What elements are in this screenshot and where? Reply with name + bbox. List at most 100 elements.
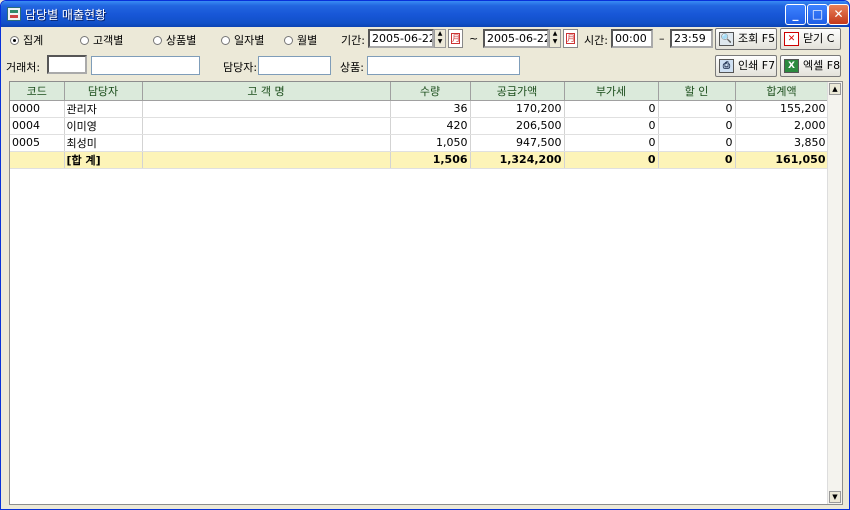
option-monthly[interactable]: 월별 <box>284 32 317 48</box>
cell-vat: 0 <box>564 117 659 135</box>
option-summary[interactable]: 집계 <box>10 32 43 48</box>
staff-label: 담당자: <box>223 61 258 74</box>
close-icon[interactable]: ✕ <box>828 4 849 25</box>
period-separator: ~ <box>469 32 479 45</box>
option-daily[interactable]: 일자별 <box>221 32 264 48</box>
excel-button-label: 엑셀 F8 <box>803 59 841 72</box>
option-label: 일자별 <box>234 34 265 47</box>
total-label: [합 계] <box>64 151 143 169</box>
cell-total: 155,200 <box>735 100 829 118</box>
total-vat: 0 <box>564 151 659 169</box>
cell-quantity: 1,050 <box>390 134 471 152</box>
total-discount: 0 <box>658 151 736 169</box>
toolbar-row-1: 집계 고객별 상품별 일자별 월별 기간: 2005-06-22 ▲ ▼ 月 ~ … <box>4 28 846 52</box>
radio-icon <box>80 36 89 45</box>
cell-staff: 최성미 <box>64 134 143 152</box>
cell-code: 0004 <box>10 117 65 135</box>
query-button[interactable]: 🔍 조회 F5 <box>715 28 777 50</box>
print-button-label: 인쇄 F7 <box>738 59 776 72</box>
header-vat[interactable]: 부가세 <box>564 82 659 101</box>
vertical-scrollbar[interactable]: ▲ ▼ <box>827 82 842 504</box>
total-code <box>10 151 65 169</box>
table-row[interactable]: 0004 이미영 420 206,500 0 0 2,000 <box>10 117 829 135</box>
maximize-icon[interactable]: □ <box>807 4 828 25</box>
close-button[interactable]: ✕ 닫기 C <box>780 28 841 50</box>
table-row[interactable]: 0000 관리자 36 170,200 0 0 155,200 <box>10 100 829 118</box>
option-label: 집계 <box>23 34 44 47</box>
cell-customer-name <box>142 134 391 152</box>
cell-customer-name <box>142 117 391 135</box>
toolbar-row-2: 거래처: 담당자: 상품: ⎙ 인쇄 F7 X 엑셀 F8 <box>4 54 846 78</box>
cell-total: 2,000 <box>735 117 829 135</box>
print-button[interactable]: ⎙ 인쇄 F7 <box>715 55 777 77</box>
close-button-label: 닫기 C <box>803 32 835 45</box>
total-customer-name <box>142 151 391 169</box>
product-label: 상품: <box>340 61 364 74</box>
cell-discount: 0 <box>658 117 736 135</box>
total-row: [합 계] 1,506 1,324,200 0 0 161,050 <box>10 151 829 169</box>
spin-icon[interactable]: ▲ ▼ <box>434 29 446 48</box>
cell-vat: 0 <box>564 100 659 118</box>
app-icon <box>7 7 21 21</box>
staff-field[interactable] <box>258 56 331 75</box>
header-staff[interactable]: 담당자 <box>64 82 143 101</box>
cell-discount: 0 <box>658 100 736 118</box>
cell-customer-name <box>142 100 391 118</box>
cell-supply-amount: 170,200 <box>470 100 565 118</box>
radio-icon <box>221 36 230 45</box>
header-customer-name[interactable]: 고 객 명 <box>142 82 391 101</box>
cell-discount: 0 <box>658 134 736 152</box>
minimize-icon[interactable]: _ <box>785 4 806 25</box>
header-total[interactable]: 합계액 <box>735 82 829 101</box>
cell-staff: 이미영 <box>64 117 143 135</box>
title-bar[interactable]: 담당별 매출현황 _ □ ✕ <box>1 1 849 27</box>
option-label: 고객별 <box>93 34 124 47</box>
scroll-down-icon[interactable]: ▼ <box>829 491 841 503</box>
header-supply-amount[interactable]: 공급가액 <box>470 82 565 101</box>
sales-grid[interactable]: 코드 담당자 고 객 명 수량 공급가액 부가세 할 인 합계액 0000 관리… <box>9 81 843 505</box>
close-x-icon: ✕ <box>784 32 799 46</box>
radio-icon <box>10 36 19 45</box>
radio-icon <box>284 36 293 45</box>
cell-total: 3,850 <box>735 134 829 152</box>
cell-code: 0005 <box>10 134 65 152</box>
excel-button[interactable]: X 엑셀 F8 <box>780 55 841 77</box>
cell-quantity: 420 <box>390 117 471 135</box>
option-label: 상품별 <box>166 34 197 47</box>
cell-staff: 관리자 <box>64 100 143 118</box>
customer-label: 거래처: <box>6 61 41 74</box>
scroll-up-icon[interactable]: ▲ <box>829 83 841 95</box>
date-from-field[interactable]: 2005-06-22 <box>368 29 434 48</box>
date-to-field[interactable]: 2005-06-22 <box>483 29 549 48</box>
option-product[interactable]: 상품별 <box>153 32 196 48</box>
customer-name-field[interactable] <box>91 56 200 75</box>
cell-code: 0000 <box>10 100 65 118</box>
header-quantity[interactable]: 수량 <box>390 82 471 101</box>
search-icon: 🔍 <box>719 32 734 46</box>
time-dash: – <box>659 32 665 45</box>
total-amount: 161,050 <box>735 151 829 169</box>
option-label: 월별 <box>297 34 318 47</box>
time-from-field[interactable]: 00:00 <box>611 29 653 48</box>
time-to-field[interactable]: 23:59 <box>670 29 713 48</box>
window-title: 담당별 매출현황 <box>25 8 107 22</box>
sales-by-staff-window: 담당별 매출현황 _ □ ✕ 집계 고객별 상품별 일자별 월별 기간: 200… <box>0 0 850 510</box>
table-row[interactable]: 0005 최성미 1,050 947,500 0 0 3,850 <box>10 134 829 152</box>
total-supply-amount: 1,324,200 <box>470 151 565 169</box>
radio-icon <box>153 36 162 45</box>
header-code[interactable]: 코드 <box>10 82 65 101</box>
spin-icon[interactable]: ▲ ▼ <box>549 29 561 48</box>
excel-icon: X <box>784 59 799 73</box>
header-discount[interactable]: 할 인 <box>658 82 736 101</box>
option-customer[interactable]: 고객별 <box>80 32 123 48</box>
customer-code-field[interactable] <box>47 55 87 74</box>
time-label: 시간: <box>584 34 608 47</box>
print-icon: ⎙ <box>719 59 734 73</box>
cell-quantity: 36 <box>390 100 471 118</box>
query-button-label: 조회 F5 <box>738 32 776 45</box>
calendar-icon[interactable]: 月 <box>448 29 463 48</box>
product-field[interactable] <box>367 56 520 75</box>
calendar-icon[interactable]: 月 <box>563 29 578 48</box>
total-quantity: 1,506 <box>390 151 471 169</box>
sales-table: 코드 담당자 고 객 명 수량 공급가액 부가세 할 인 합계액 0000 관리… <box>10 82 829 169</box>
